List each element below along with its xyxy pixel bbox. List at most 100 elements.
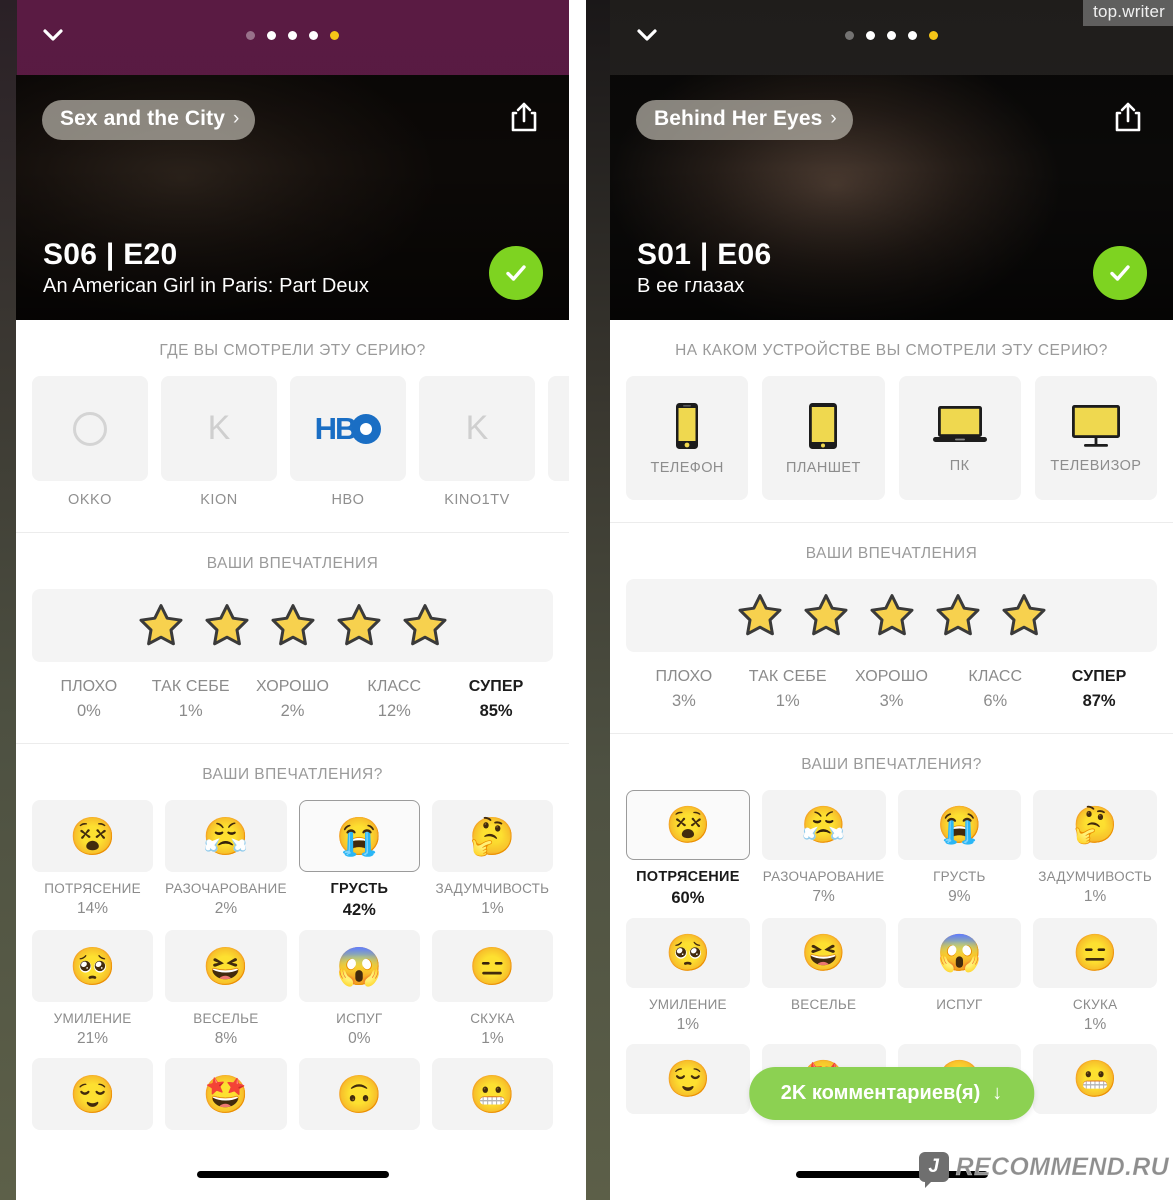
emotion-item[interactable]: 🤔 ЗАДУМЧИВОСТЬ 1% (1033, 790, 1157, 908)
emotion-emoji-tile[interactable]: 😤 (165, 800, 287, 872)
pagination-dot[interactable] (866, 31, 875, 40)
emotion-item[interactable]: 🤔 ЗАДУМЧИВОСТЬ 1% (431, 800, 553, 920)
star-icon[interactable] (868, 591, 916, 639)
emotions-grid-right[interactable]: 😵 ПОТРЯСЕНИЕ 60% 😤 РАЗОЧАРОВАНИЕ 7% 😭 ГР… (610, 790, 1173, 1114)
steam-nose-face-icon: 😤 (202, 815, 249, 857)
pagination-dot-active[interactable] (929, 31, 938, 40)
devices-row[interactable]: ТЕЛЕФОН ПЛАНШЕТ ПК ТЕЛЕВИЗОР (610, 376, 1173, 522)
emotion-item[interactable]: 😬 (431, 1058, 553, 1130)
pagination-dot-active[interactable] (330, 31, 339, 40)
emotion-item[interactable]: 😌 (32, 1058, 154, 1130)
services-row[interactable]: OKKO K KION HB HBO K KINO1TV (16, 376, 569, 532)
emotion-emoji-tile[interactable]: 😌 (626, 1044, 750, 1114)
emotion-emoji-tile-selected[interactable]: 😭 (298, 800, 420, 872)
star-icon[interactable] (401, 601, 449, 649)
star-rating-right[interactable] (626, 579, 1157, 652)
star-icon[interactable] (1000, 591, 1048, 639)
star-icon[interactable] (802, 591, 850, 639)
stars-wrap[interactable] (610, 579, 1173, 658)
emotion-item[interactable]: 😆 ВЕСЕЛЬЕ 8% (165, 930, 287, 1048)
stars-wrap[interactable] (16, 589, 569, 668)
emotion-emoji-tile[interactable]: 🤩 (165, 1058, 287, 1130)
emotion-item[interactable]: 🤩 (165, 1058, 287, 1130)
pagination-dot[interactable] (288, 31, 297, 40)
star-icon[interactable] (736, 591, 784, 639)
service-tile[interactable] (32, 376, 148, 481)
service-tile[interactable]: K (419, 376, 535, 481)
watched-check-button-right[interactable] (1093, 246, 1147, 300)
service-tile[interactable] (548, 376, 569, 481)
emotion-item[interactable]: 😑 СКУКА 1% (1033, 918, 1157, 1034)
emotion-item[interactable]: 😱 ИСПУГ 0% (298, 930, 420, 1048)
emotion-item[interactable]: 🥺 УМИЛЕНИЕ 21% (32, 930, 154, 1048)
star-icon[interactable] (137, 601, 185, 649)
emotion-emoji-tile[interactable]: 😬 (431, 1058, 553, 1130)
service-item-kion[interactable]: K KION (161, 376, 277, 508)
emotion-emoji-tile-selected[interactable]: 😵 (626, 790, 750, 860)
comments-button[interactable]: 2K комментариев(я) ↓ (748, 1067, 1035, 1120)
emotion-emoji-tile[interactable]: 🤔 (431, 800, 553, 872)
service-item-kino1tv[interactable]: K KINO1TV (419, 376, 535, 508)
rating-section-right: ВАШИ ВПЕЧАТЛЕНИЯ ПЛОХО ТАК СЕБЕ ХОРОШО К… (610, 523, 1173, 733)
pagination-dot[interactable] (267, 31, 276, 40)
emotion-item[interactable]: 😱 ИСПУГ (897, 918, 1022, 1034)
emotion-emoji-tile[interactable]: 😱 (897, 918, 1022, 988)
emotion-emoji-tile[interactable]: 😆 (165, 930, 287, 1002)
emotion-emoji-tile[interactable]: 😑 (431, 930, 553, 1002)
pagination-dot[interactable] (887, 31, 896, 40)
emotion-item[interactable]: 🥺 УМИЛЕНИЕ 1% (626, 918, 750, 1034)
emotions-grid-left[interactable]: 😵 ПОТРЯСЕНИЕ 14% 😤 РАЗОЧАРОВАНИЕ 2% 😭 ГР… (16, 800, 569, 1130)
emotion-item[interactable]: 😆 ВЕСЕЛЬЕ (761, 918, 886, 1034)
device-item-phone[interactable]: ТЕЛЕФОН (626, 376, 749, 500)
emotion-emoji-tile[interactable]: 😱 (298, 930, 420, 1002)
watched-check-button-left[interactable] (489, 246, 543, 300)
emotion-item[interactable]: 😤 РАЗОЧАРОВАНИЕ 7% (761, 790, 886, 908)
emotion-item[interactable]: 😤 РАЗОЧАРОВАНИЕ 2% (165, 800, 287, 920)
pagination-dot[interactable] (908, 31, 917, 40)
pagination-dot[interactable] (246, 31, 255, 40)
emotion-emoji-tile[interactable]: 🥺 (32, 930, 154, 1002)
show-title-pill-right[interactable]: Behind Her Eyes › (636, 100, 853, 140)
pagination-dots-left[interactable] (16, 31, 569, 40)
episode-hero-right: Behind Her Eyes › S01 | E06 В ее глазах (610, 75, 1173, 320)
device-item-pc[interactable]: ПК (898, 376, 1021, 500)
emotion-emoji-tile[interactable]: 😬 (1033, 1044, 1157, 1114)
share-icon[interactable] (506, 99, 542, 135)
star-icon[interactable] (934, 591, 982, 639)
emotion-emoji-tile[interactable]: 😭 (897, 790, 1022, 860)
emotion-emoji-tile[interactable]: 🥺 (626, 918, 750, 988)
emotion-emoji-tile[interactable]: 😆 (761, 918, 886, 988)
device-item-tv[interactable]: ТЕЛЕВИЗОР (1034, 376, 1157, 500)
emotion-emoji-tile[interactable]: 😤 (761, 790, 886, 860)
star-icon[interactable] (335, 601, 383, 649)
service-item-okko[interactable]: OKKO (32, 376, 148, 508)
service-tile[interactable]: K (161, 376, 277, 481)
service-item-hbo[interactable]: HB HBO (290, 376, 406, 508)
share-icon[interactable] (1110, 99, 1146, 135)
pagination-dots-right[interactable] (610, 31, 1173, 40)
emotion-emoji-tile[interactable]: 🙃 (298, 1058, 420, 1130)
star-icon[interactable] (269, 601, 317, 649)
service-tile[interactable]: HB (290, 376, 406, 481)
emotion-item[interactable]: 😬 (1033, 1044, 1157, 1114)
emotion-item[interactable]: 😵 ПОТРЯСЕНИЕ 14% (32, 800, 154, 920)
episode-number: S01 | E06 (637, 237, 772, 271)
emotion-item[interactable]: 😑 СКУКА 1% (431, 930, 553, 1048)
emotion-item[interactable]: 🙃 (298, 1058, 420, 1130)
emotion-emoji-tile[interactable]: 😑 (1033, 918, 1157, 988)
star-icon[interactable] (203, 601, 251, 649)
show-title-pill-left[interactable]: Sex and the City › (42, 100, 256, 140)
emotion-item-selected[interactable]: 😭 ГРУСТЬ 42% (298, 800, 420, 920)
emotion-emoji-tile[interactable]: 🤔 (1033, 790, 1157, 860)
emotion-value: 9% (948, 888, 971, 905)
emotion-item-selected[interactable]: 😵 ПОТРЯСЕНИЕ 60% (626, 790, 750, 908)
pagination-dot[interactable] (845, 31, 854, 40)
emotion-emoji-tile[interactable]: 😵 (32, 800, 154, 872)
pagination-dot[interactable] (309, 31, 318, 40)
emotion-item[interactable]: 😌 (626, 1044, 750, 1114)
star-rating-left[interactable] (32, 589, 553, 662)
service-item-partial[interactable] (548, 376, 569, 508)
device-item-tablet[interactable]: ПЛАНШЕТ (762, 376, 885, 500)
emotion-item[interactable]: 😭 ГРУСТЬ 9% (897, 790, 1022, 908)
emotion-emoji-tile[interactable]: 😌 (32, 1058, 154, 1130)
